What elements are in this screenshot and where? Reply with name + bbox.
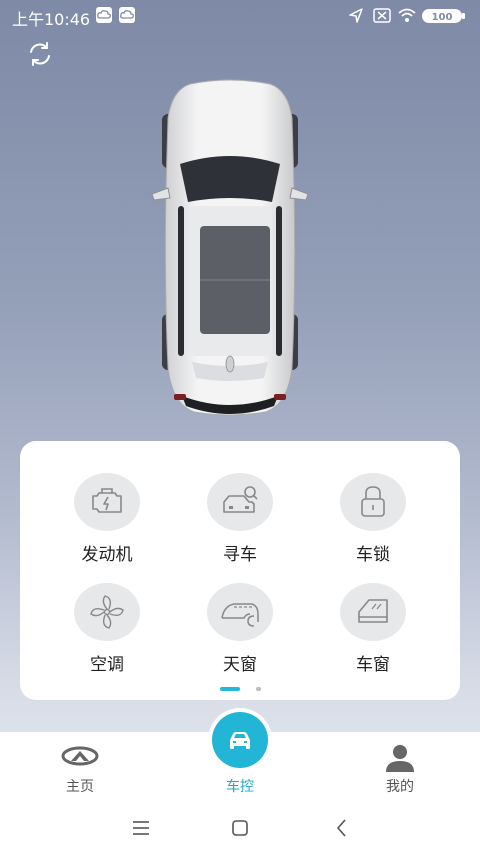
nav-home[interactable]: 主页	[20, 732, 140, 804]
car-image	[146, 78, 314, 418]
cloud-app-icon	[96, 7, 112, 23]
engine-icon	[74, 473, 140, 531]
engine-label: 发动机	[81, 545, 133, 565]
nav-home-label: 主页	[66, 779, 94, 795]
lock-button[interactable]: 车锁	[313, 473, 433, 565]
menu-icon	[133, 821, 149, 835]
lock-label: 车锁	[356, 545, 390, 565]
location-arrow-icon	[349, 8, 363, 23]
sim-x-icon	[373, 8, 391, 23]
find-car-label: 寻车	[223, 545, 257, 565]
page-dot-active[interactable]	[220, 687, 240, 691]
nav-profile[interactable]: 我的	[340, 732, 460, 804]
brand-logo-icon	[61, 746, 99, 766]
engine-button[interactable]: 发动机	[47, 473, 167, 565]
fan-icon	[74, 583, 140, 641]
sunroof-button[interactable]: 天窗	[180, 583, 300, 675]
nav-profile-label: 我的	[386, 779, 414, 795]
menu-button[interactable]	[129, 816, 153, 840]
sunroof-icon	[207, 583, 273, 641]
wifi-icon	[398, 8, 416, 22]
battery-level: 100	[432, 12, 453, 23]
status-right-icons: 100	[348, 6, 468, 26]
page-indicator	[20, 687, 460, 691]
refresh-button[interactable]	[26, 40, 54, 68]
air-conditioner-label: 空调	[90, 655, 124, 675]
window-icon	[340, 583, 406, 641]
system-nav-bar	[0, 804, 480, 853]
cloud-app-icon	[119, 7, 135, 23]
sunroof-label: 天窗	[223, 655, 257, 675]
back-button[interactable]	[330, 816, 354, 840]
nav-car-control[interactable]	[212, 712, 268, 768]
status-time: 上午10:46	[12, 10, 91, 29]
air-conditioner-button[interactable]: 空调	[47, 583, 167, 675]
square-icon	[232, 820, 248, 836]
lock-icon	[340, 473, 406, 531]
home-button[interactable]	[228, 816, 252, 840]
window-button[interactable]: 车窗	[313, 583, 433, 675]
refresh-icon	[30, 42, 50, 66]
status-bar: 上午10:46 100	[0, 0, 480, 32]
page-dot[interactable]	[256, 687, 261, 691]
find-car-button[interactable]: 寻车	[180, 473, 300, 565]
nav-car-control-label: 车控	[226, 779, 254, 795]
window-label: 车窗	[356, 655, 390, 675]
find-car-icon	[207, 473, 273, 531]
car-control-icon	[230, 732, 250, 749]
control-panel: 发动机 寻车 车锁 空调 天窗 车窗	[20, 441, 460, 700]
back-chevron-icon	[337, 819, 346, 837]
user-icon	[386, 745, 414, 772]
